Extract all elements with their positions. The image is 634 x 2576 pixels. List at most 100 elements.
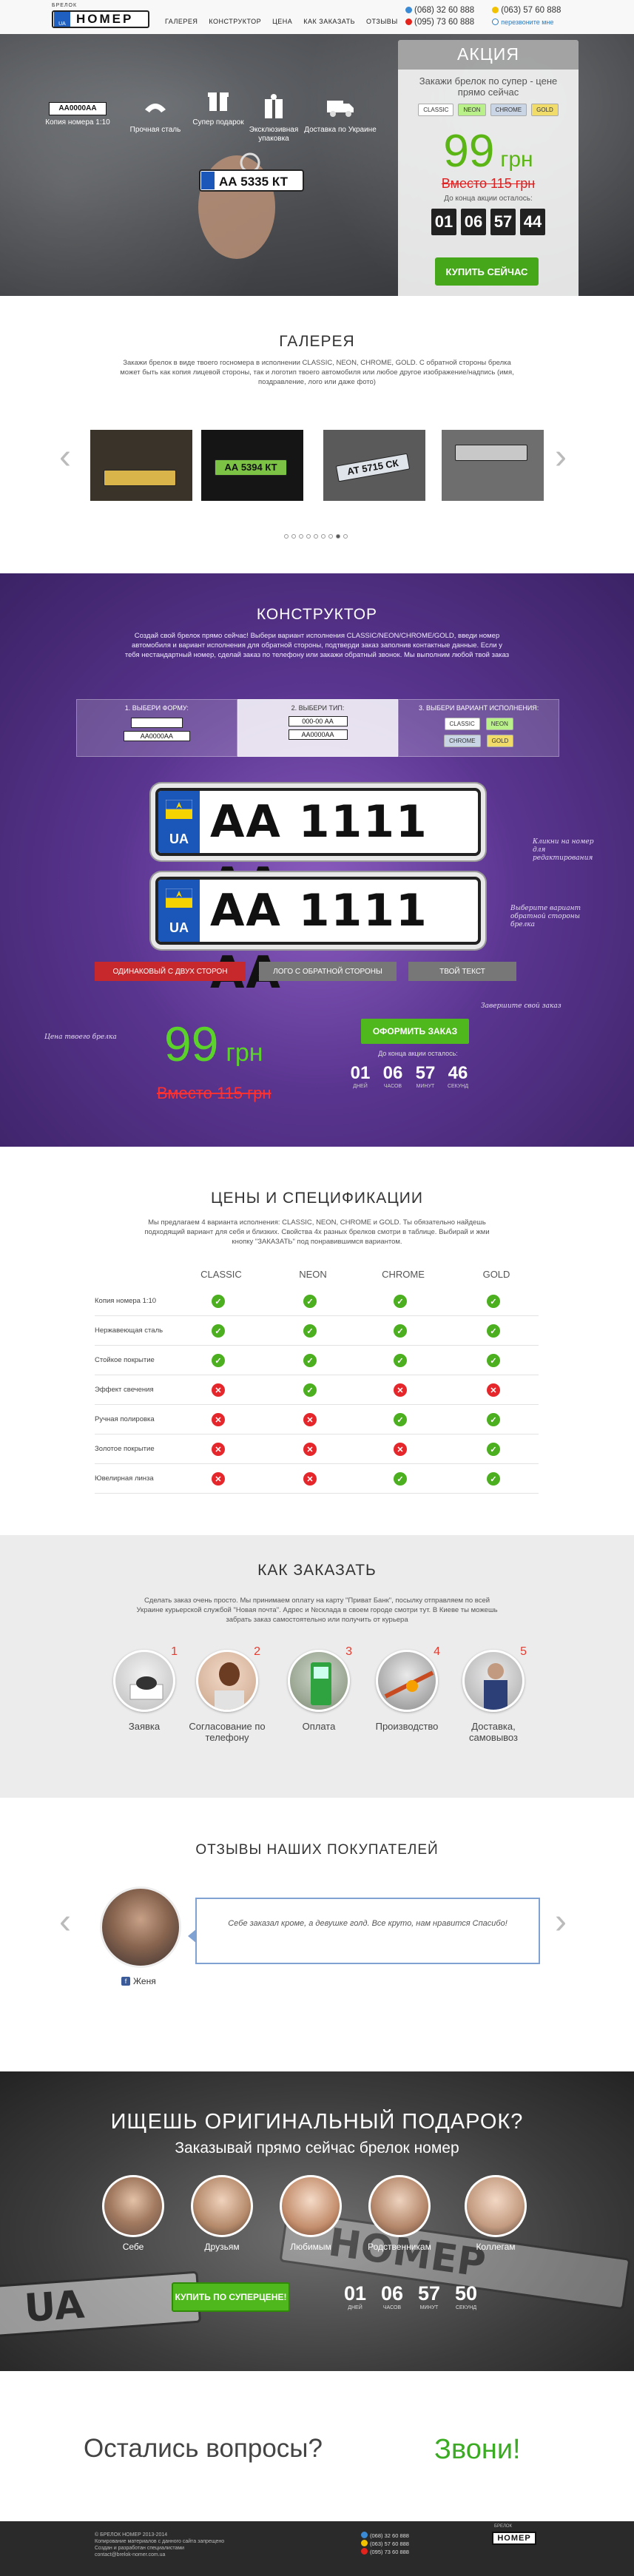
check-icon: ✓ <box>303 1383 317 1397</box>
spec-label: Эффект свечения <box>95 1386 154 1394</box>
place-order-button[interactable]: ОФОРМИТЬ ЗАКАЗ <box>361 1019 469 1044</box>
operator-icon <box>215 1662 244 1710</box>
plate-front[interactable]: UA АА 1111 АА <box>155 788 481 910</box>
nav-how-to-order[interactable]: КАК ЗАКАЗАТЬ <box>303 18 355 25</box>
chip-classic[interactable]: CLASSIC <box>418 104 454 116</box>
spec-row: Ювелирная линза <box>95 1464 539 1494</box>
reviewer[interactable]: f Женя <box>121 1976 156 1986</box>
gallery-dot[interactable] <box>284 534 289 539</box>
super-price-button[interactable]: КУПИТЬ ПО СУПЕРЦЕНЕ! <box>172 2282 290 2312</box>
gallery-thumb-1[interactable] <box>90 430 192 501</box>
spec-row: Копия номера 1:10 <box>95 1287 539 1316</box>
hero-section: АА 5335 КТ БРЕЛОК UA НОМЕР ГАЛЕРЕЯ КОНСТР… <box>0 0 634 296</box>
note-price: Цена твоего брелка <box>44 1034 117 1041</box>
package-icon <box>265 94 283 118</box>
step-shape[interactable]: 1. ВЫБЕРИ ФОРМУ: АА0000АА <box>76 699 237 757</box>
constructor-old-price: Вместо 115 грн <box>157 1084 272 1102</box>
plate-back-text[interactable]: АА 1111 АА <box>210 880 478 999</box>
variant-chrome[interactable]: CHROME <box>444 735 481 747</box>
cross-icon: ✕ <box>394 1443 407 1456</box>
gift-icon <box>208 92 229 111</box>
phone-1[interactable]: (068) 32 60 888 <box>414 6 474 15</box>
mini-plate[interactable]: АА0000АА <box>123 731 190 741</box>
callback-link[interactable]: перезвоните мне <box>501 18 553 26</box>
gallery-title: ГАЛЕРЕЯ <box>279 333 355 350</box>
logo-caption: БРЕЛОК <box>52 3 78 8</box>
how-text: Сделать заказ очень просто. Мы принимаем… <box>136 1596 498 1624</box>
questions-section: Остались вопросы? Звони! <box>0 2371 634 2521</box>
prices-text: Мы предлагаем 4 варианта исполнения: CLA… <box>144 1218 490 1246</box>
feature-delivery: Доставка по Украине <box>303 90 377 135</box>
promo-subtitle: Закажи брелок по супер - цене прямо сейч… <box>419 75 558 98</box>
gallery-dot[interactable] <box>321 534 326 539</box>
mini-plate[interactable]: 000-00 АА <box>288 716 348 726</box>
gift-subtitle: Заказывай прямо сейчас брелок номер <box>175 2140 459 2157</box>
gallery-next-arrow[interactable]: › <box>555 436 567 477</box>
truck-icon <box>327 101 354 117</box>
step-type[interactable]: 2. ВЫБЕРИ ТИП: 000-00 АА АА0000АА <box>237 699 399 757</box>
chip-neon[interactable]: NEON <box>458 104 486 116</box>
check-icon: ✓ <box>303 1295 317 1308</box>
gallery-thumb-3[interactable]: АТ 5715 СК <box>323 430 425 501</box>
gallery-dot[interactable] <box>306 534 311 539</box>
review-text: Себе заказал кроме, а девушке голд. Все … <box>228 1919 507 1928</box>
mini-plate[interactable]: АА0000АА <box>288 729 348 740</box>
life-icon <box>492 7 499 13</box>
constructor-title: КОНСТРУКТОР <box>256 606 378 623</box>
nav-reviews[interactable]: ОТЗЫВЫ <box>366 18 398 25</box>
nav-gallery[interactable]: ГАЛЕРЕЯ <box>165 18 198 25</box>
option-same-both-sides[interactable]: ОДИНАКОВЫЙ С ДВУХ СТОРОН <box>95 962 246 981</box>
chip-chrome[interactable]: CHROME <box>490 104 527 116</box>
mts-icon <box>361 2548 368 2555</box>
review-pointer <box>188 1929 197 1943</box>
how-step-production: 4 Производство <box>375 1645 440 1732</box>
spec-row: Эффект свечения <box>95 1375 539 1405</box>
gallery-dot[interactable] <box>299 534 303 539</box>
phone-2[interactable]: (063) 57 60 888 <box>501 6 561 15</box>
gallery-dot[interactable] <box>314 534 318 539</box>
gallery-dot[interactable] <box>291 534 296 539</box>
gallery-dot-active[interactable] <box>336 534 340 539</box>
gallery-dot[interactable] <box>343 534 348 539</box>
constructor-steps: 1. ВЫБЕРИ ФОРМУ: АА0000АА 2. ВЫБЕРИ ТИП:… <box>76 699 560 757</box>
promo-old-price: Вместо 115 грн <box>441 176 536 191</box>
constructor-timer: 01 ДНЕЙ 06 ЧАСОВ 57 МИНУТ 46 СЕКУНД <box>350 1063 469 1089</box>
how-step-request: 1 Заявка <box>104 1645 185 1732</box>
option-logo-back[interactable]: ЛОГО С ОБРАТНОЙ СТОРОНЫ <box>259 962 397 981</box>
gallery-text: Закажи брелок в виде твоего госномера в … <box>120 359 514 386</box>
plate-back[interactable]: UA АА 1111 АА <box>155 877 481 999</box>
buy-now-button[interactable]: КУПИТЬ СЕЙЧАС <box>435 257 539 286</box>
chip-gold[interactable]: GOLD <box>531 104 559 116</box>
reviews-next-arrow[interactable]: › <box>555 1901 567 1942</box>
gallery-thumb-2[interactable]: АА 5394 КТ <box>201 430 303 501</box>
review-box: Себе заказал кроме, а девушке голд. Все … <box>188 1898 540 1964</box>
gallery-thumb-4[interactable] <box>442 430 544 501</box>
gift-target-relatives: Родственникам <box>362 2175 436 2252</box>
gift-target-colleagues: Коллегам <box>459 2175 533 2252</box>
call-text[interactable]: Звони! <box>434 2434 521 2466</box>
promo-price: 99 грн <box>443 126 533 177</box>
nav-price[interactable]: ЦЕНА <box>272 18 292 25</box>
footer-email[interactable]: contact@brelok-nomer.com.ua <box>95 2552 224 2558</box>
gallery-dot[interactable] <box>328 534 333 539</box>
steel-icon <box>145 104 166 112</box>
logo[interactable]: БРЕЛОК UA НОМЕР <box>52 3 155 30</box>
gallery-prev-arrow[interactable]: ‹ <box>59 436 71 477</box>
check-icon: ✓ <box>394 1413 407 1426</box>
variant-gold[interactable]: GOLD <box>486 735 514 747</box>
check-icon: ✓ <box>394 1354 407 1367</box>
option-your-text[interactable]: ТВОЙ ТЕКСТ <box>408 962 516 981</box>
mts-icon <box>405 18 412 25</box>
ua-flag-icon <box>166 800 192 819</box>
phone-3[interactable]: (095) 73 60 888 <box>414 18 474 27</box>
variant-classic[interactable]: CLASSIC <box>444 718 480 730</box>
reviews-prev-arrow[interactable]: ‹ <box>59 1901 71 1942</box>
plate-front-text[interactable]: АА 1111 АА <box>210 791 478 910</box>
footer-logo[interactable]: НОМЕР <box>492 2532 536 2545</box>
how-title: КАК ЗАКАЗАТЬ <box>257 1562 377 1579</box>
footer: © БРЕЛОК НОМЕР 2013-2014 Копирование мат… <box>0 2521 634 2576</box>
variant-neon[interactable]: NEON <box>485 718 513 730</box>
terminal-icon <box>311 1662 331 1705</box>
nav-constructor[interactable]: КОНСТРУКТОР <box>209 18 261 25</box>
spec-label: Ювелирная линза <box>95 1474 154 1483</box>
